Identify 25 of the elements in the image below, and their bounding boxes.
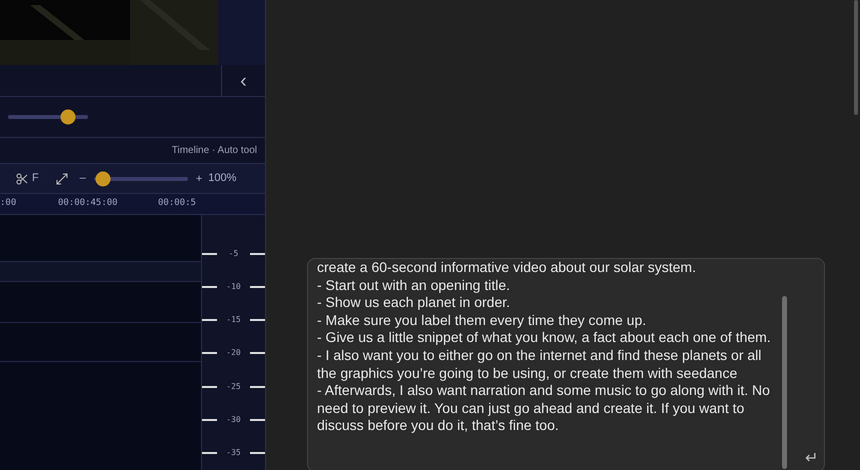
ruler-time: 00:00:45:00 <box>58 197 118 210</box>
meter-label: -15 <box>226 314 241 326</box>
expand-icon[interactable] <box>56 172 68 185</box>
ruler-time: 00:00:5 <box>158 197 196 210</box>
message-text[interactable]: create a 60-second informative video about our solar system. - Start out with an opening title. - Show us each planet in order. - Make sure you label them every time they come up. - Give us a little snippet of what you know, a fact about each one of them. - I also want you to either go on the internet and find these planets or all the graphics you’re going to be using, or create them with seedance - Afterwards, I also want narration and some music to go along with it. No need to preview it. You can just go ahead and create it. If you want to discuss before you do it, that’s fine too. <box>308 259 776 470</box>
meter-label: -30 <box>226 414 241 426</box>
meter-label: -25 <box>226 380 241 393</box>
slider-thumb[interactable] <box>96 171 111 186</box>
scrollbar[interactable] <box>854 0 858 115</box>
send-button[interactable]: ↵ <box>805 451 818 467</box>
zoom-in-button[interactable]: + <box>196 171 202 188</box>
mode-label: Timeline · Auto tool <box>172 144 257 158</box>
zoom-value: 100% <box>208 171 236 186</box>
cut-label[interactable]: F <box>32 170 39 187</box>
meter-label: -35 <box>226 447 241 460</box>
scissors-icon[interactable] <box>16 172 28 185</box>
slider[interactable] <box>94 170 188 187</box>
ruler-time: :00 <box>0 197 16 210</box>
meter-label: -20 <box>226 347 241 360</box>
scrollbar[interactable] <box>782 296 787 469</box>
meter-label: -10 <box>226 280 241 293</box>
zoom-out-button[interactable]: – <box>80 170 86 187</box>
slider[interactable] <box>8 108 88 125</box>
meter-label: -5 <box>228 248 238 260</box>
slider-thumb[interactable] <box>60 109 76 124</box>
